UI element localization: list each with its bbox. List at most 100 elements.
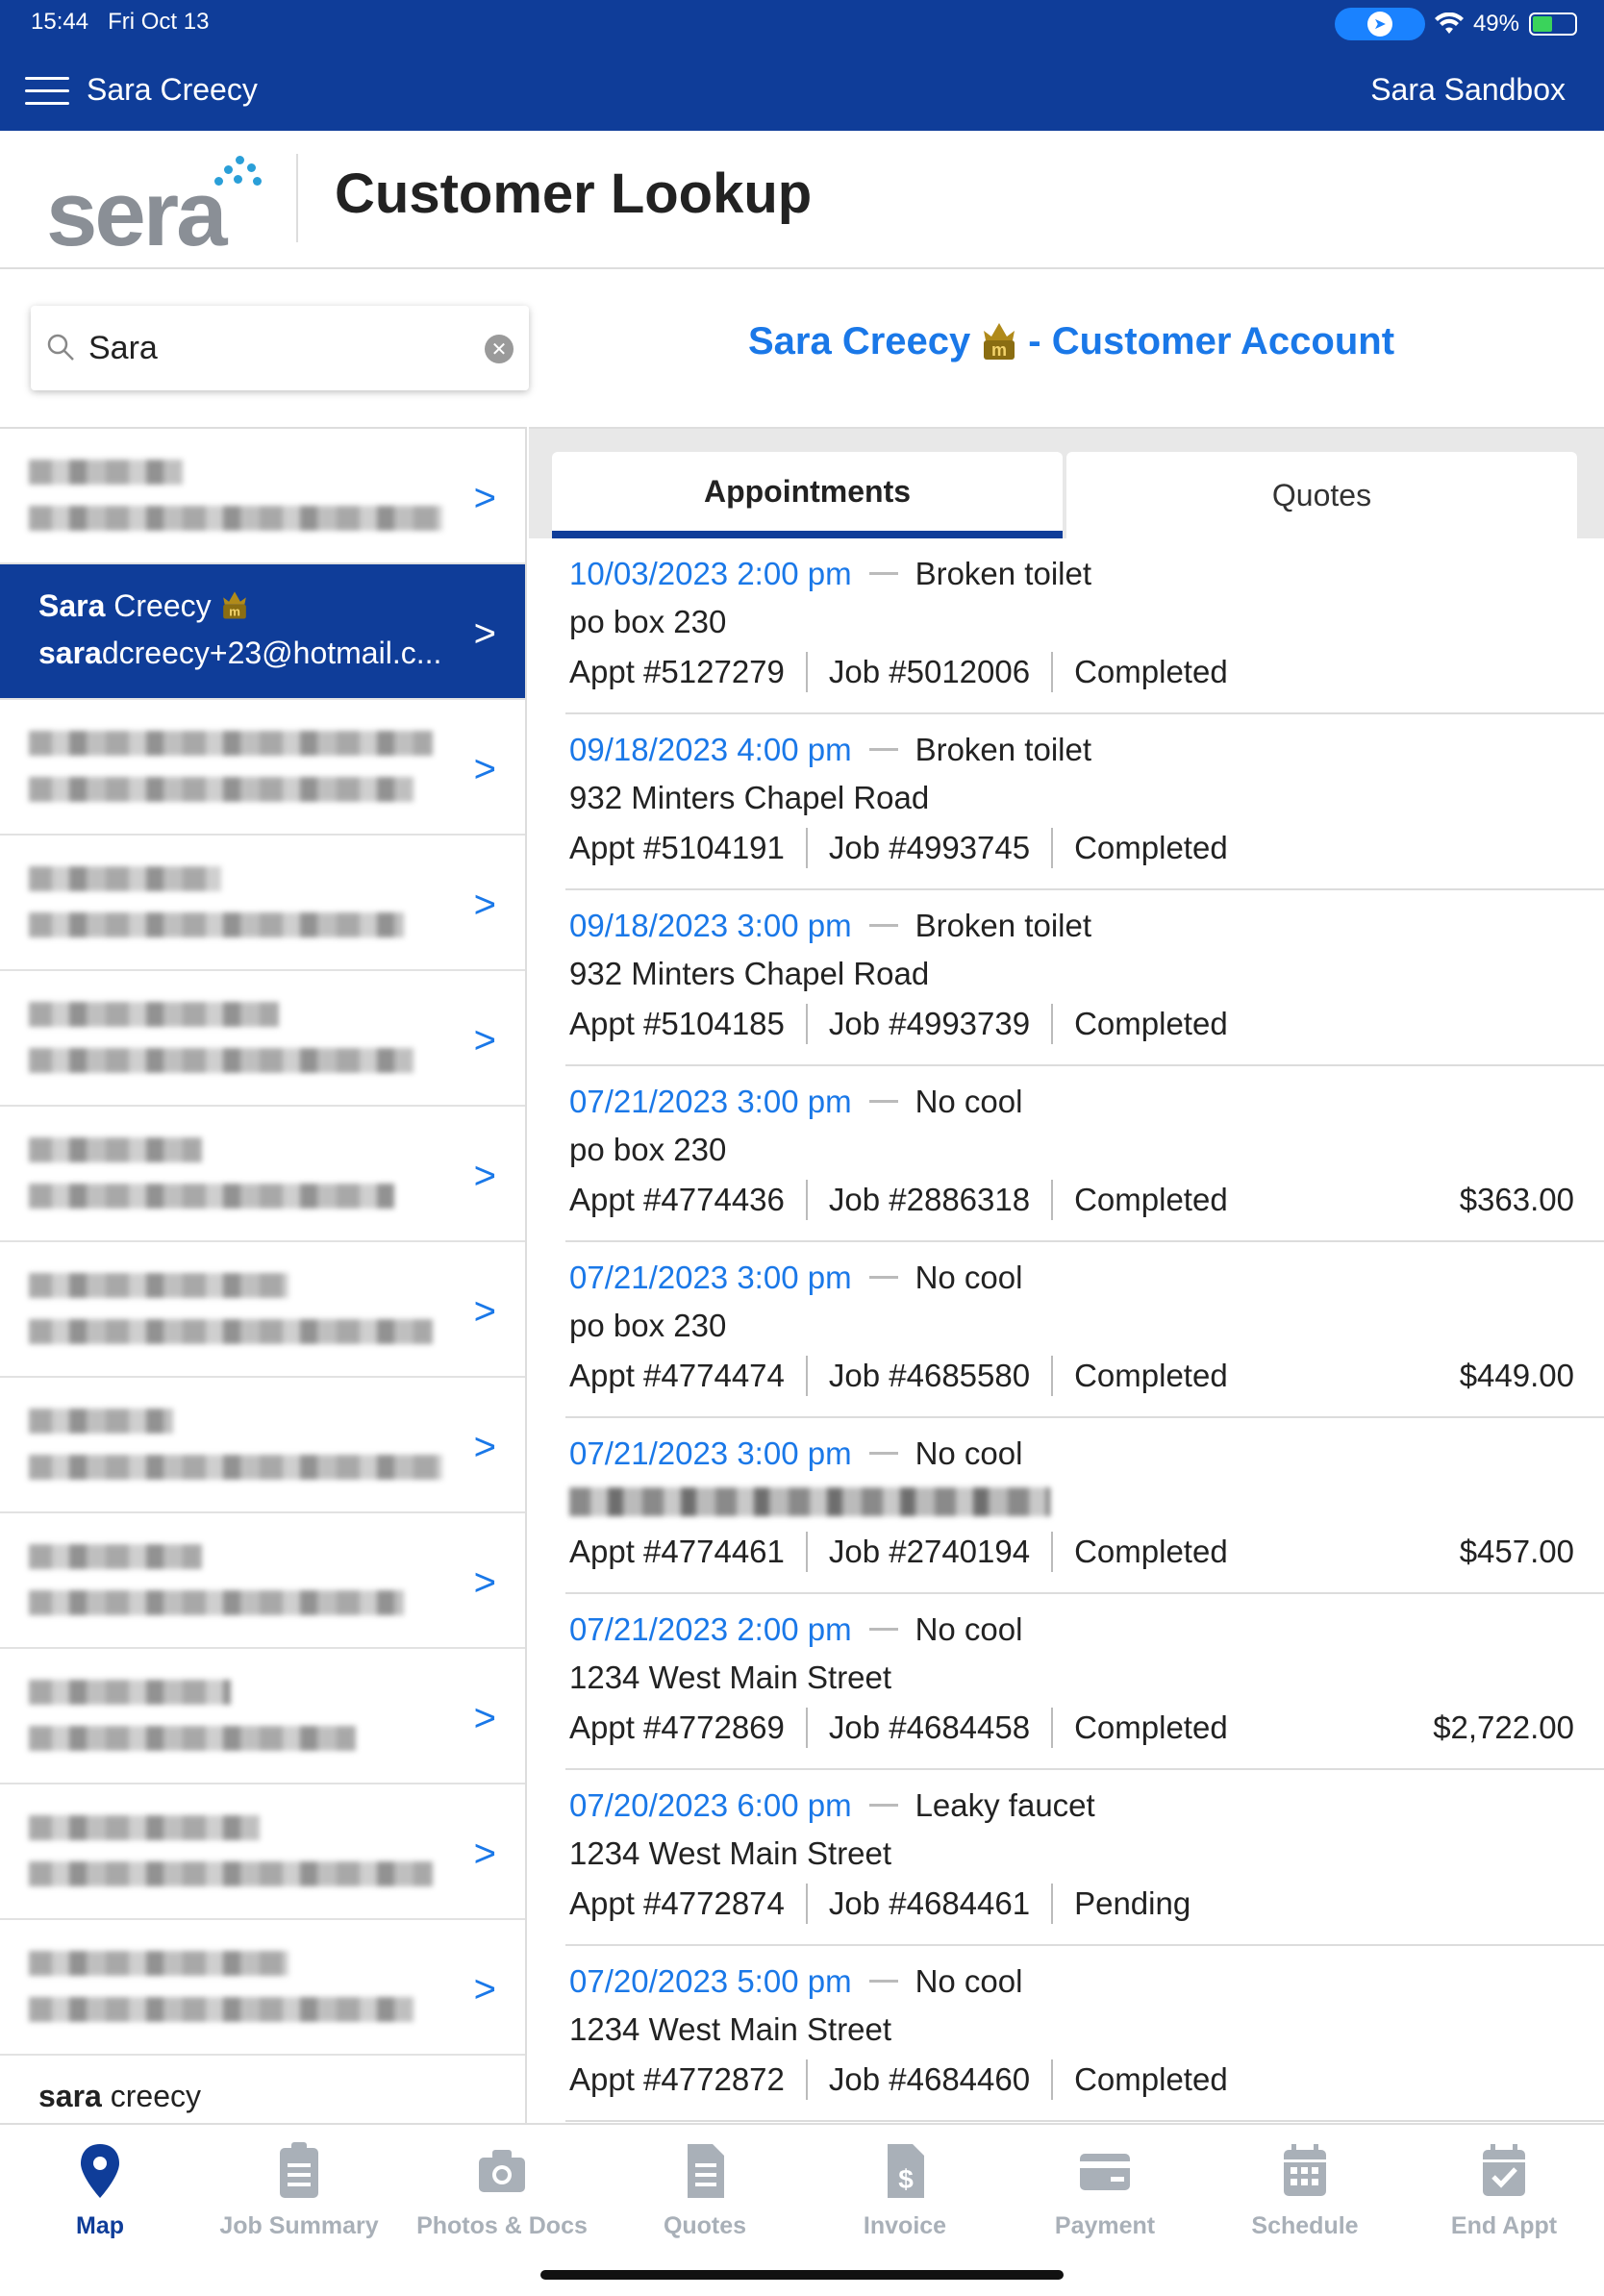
hamburger-menu-icon[interactable] xyxy=(25,77,69,108)
appointment-address: 1234 West Main Street xyxy=(569,1660,892,1695)
status-text: Completed xyxy=(1074,1358,1228,1393)
list-item[interactable]: > xyxy=(0,971,525,1107)
column-divider xyxy=(805,2059,808,2100)
home-indicator[interactable] xyxy=(540,2270,1064,2280)
appointment-issue: Broken toilet xyxy=(915,732,1092,767)
customer-account-title: Sara Creecy m - Customer Account xyxy=(539,317,1604,363)
account-panel: Appointments Quotes 10/03/2023 2:00 pm Br… xyxy=(529,427,1604,2125)
appointment-date[interactable]: 09/18/2023 4:00 pm xyxy=(569,732,852,767)
appointment-number: Appt #4774474 xyxy=(569,1358,785,1393)
appointment-issue: No cool xyxy=(915,1435,1023,1471)
customer-name: sara creecy xyxy=(38,2079,201,2113)
battery-percent: 49% xyxy=(1472,11,1519,37)
job-number: Job #4993739 xyxy=(828,1006,1031,1041)
tab-quotes[interactable]: Quotes xyxy=(1066,452,1577,538)
sandbox-label[interactable]: Sara Sandbox xyxy=(1370,72,1566,108)
appointment-list: 10/03/2023 2:00 pm Broken toilet po box 23… xyxy=(529,538,1604,2125)
search-input[interactable] xyxy=(88,323,454,373)
appointment-date[interactable]: 09/18/2023 3:00 pm xyxy=(569,908,852,943)
list-item[interactable]: > xyxy=(0,1784,525,1920)
column-divider xyxy=(805,1884,808,1924)
nav-end-appt[interactable]: End Appt xyxy=(1408,2140,1600,2240)
appointment-row[interactable]: 07/21/2023 3:00 pm No cool po box 230 Appt … xyxy=(565,1066,1604,1242)
job-number: Job #2886318 xyxy=(828,1182,1031,1217)
job-number: Job #2740194 xyxy=(828,1534,1031,1569)
appointment-date[interactable]: 07/21/2023 2:00 pm xyxy=(569,1611,852,1647)
amount: $363.00 xyxy=(1459,1182,1574,1217)
chevron-right-icon: > xyxy=(473,1155,496,1197)
sera-logo: sera xyxy=(46,152,267,265)
appointment-row[interactable]: 09/18/2023 3:00 pm Broken toilet 932 Minte… xyxy=(565,890,1604,1066)
member-crown-icon: m xyxy=(984,323,1015,360)
nav-photos-docs[interactable]: Photos & Docs xyxy=(406,2140,598,2240)
amount: $457.00 xyxy=(1459,1534,1574,1569)
customer-list: > Sara Creecy m saradcreecy+23@hotmail.c… xyxy=(0,427,527,2123)
list-item[interactable]: > xyxy=(0,836,525,971)
appointment-date[interactable]: 07/21/2023 3:00 pm xyxy=(569,1260,852,1295)
appointment-date[interactable]: 07/20/2023 5:00 pm xyxy=(569,1963,852,1999)
list-item[interactable]: > xyxy=(0,700,525,836)
tab-appointments[interactable]: Appointments xyxy=(552,452,1063,538)
appointment-number: Appt #4772869 xyxy=(569,1710,785,1745)
appointment-issue: Leaky faucet xyxy=(915,1787,1095,1823)
appointment-address: po box 230 xyxy=(569,1308,727,1343)
status-text: Completed xyxy=(1074,2061,1228,2097)
appointment-date[interactable]: 10/03/2023 2:00 pm xyxy=(569,556,852,591)
appointment-row[interactable]: 07/20/2023 5:00 pm No cool 1234 West Main … xyxy=(565,1946,1604,2122)
appointment-number: Appt #4772872 xyxy=(569,2061,785,2097)
column-divider xyxy=(1051,1708,1054,1748)
chevron-right-icon: > xyxy=(473,884,496,926)
nav-quotes[interactable]: Quotes xyxy=(609,2140,801,2240)
appointment-number: Appt #4772874 xyxy=(569,1885,785,1921)
list-item[interactable]: > xyxy=(0,1107,525,1242)
list-item[interactable]: > xyxy=(0,1920,525,2056)
status-text: Completed xyxy=(1074,654,1228,689)
appointment-row[interactable]: 09/18/2023 4:00 pm Broken toilet 932 Minte… xyxy=(565,714,1604,890)
list-item[interactable]: > xyxy=(0,1649,525,1784)
column-divider xyxy=(1051,1356,1054,1396)
appointment-row[interactable]: 07/21/2023 3:00 pm No cool Appt #4774461 Jo… xyxy=(565,1418,1604,1594)
list-item-selected[interactable]: Sara Creecy m saradcreecy+23@hotmail.c..… xyxy=(0,564,525,700)
dash-separator xyxy=(868,1100,898,1103)
chevron-right-icon: > xyxy=(473,612,496,655)
column-divider xyxy=(1051,1180,1054,1220)
clipboard-icon xyxy=(280,2142,318,2198)
nav-job-summary[interactable]: Job Summary xyxy=(203,2140,395,2240)
list-item[interactable]: > xyxy=(0,1378,525,1513)
nav-schedule[interactable]: Schedule xyxy=(1209,2140,1401,2240)
dash-separator xyxy=(868,924,898,927)
list-item[interactable]: sara creecy > xyxy=(0,2056,525,2123)
appointment-row[interactable]: 07/21/2023 3:00 pm No cool po box 230 Appt … xyxy=(565,1242,1604,1418)
dash-separator xyxy=(868,1452,898,1455)
amount: $2,722.00 xyxy=(1433,1710,1574,1745)
column-divider xyxy=(805,828,808,868)
nav-map[interactable]: Map xyxy=(4,2140,196,2240)
appointment-date[interactable]: 07/21/2023 3:00 pm xyxy=(569,1435,852,1471)
chevron-right-icon: > xyxy=(473,477,496,519)
map-pin-icon xyxy=(81,2144,119,2198)
customer-name: Sara Creecy m xyxy=(38,587,249,624)
status-time: 15:44 Fri Oct 13 xyxy=(31,9,210,35)
appointment-number: Appt #4774436 xyxy=(569,1182,785,1217)
appointment-date[interactable]: 07/21/2023 3:00 pm xyxy=(569,1084,852,1119)
appointment-issue: Broken toilet xyxy=(915,556,1092,591)
nav-payment[interactable]: Payment xyxy=(1009,2140,1201,2240)
customer-search[interactable]: ✕ xyxy=(31,306,529,390)
nav-invoice[interactable]: $ Invoice xyxy=(809,2140,1001,2240)
appointment-date[interactable]: 07/20/2023 6:00 pm xyxy=(569,1787,852,1823)
list-item[interactable]: > xyxy=(0,1242,525,1378)
list-item[interactable]: > xyxy=(0,429,525,564)
clear-search-icon[interactable]: ✕ xyxy=(485,335,514,363)
chevron-right-icon: > xyxy=(473,1697,496,1739)
chevron-right-icon: > xyxy=(473,1426,496,1468)
appointment-address: po box 230 xyxy=(569,1132,727,1167)
column-divider xyxy=(805,1356,808,1396)
list-item[interactable]: > xyxy=(0,1513,525,1649)
appointment-row[interactable]: 07/20/2023 6:00 pm Leaky faucet 1234 West … xyxy=(565,1770,1604,1946)
status-text: Pending xyxy=(1074,1885,1191,1921)
chevron-right-icon: > xyxy=(473,1968,496,2010)
top-bar: 15:44 Fri Oct 13 ➤ 49% Sara Creecy Sara … xyxy=(0,0,1604,131)
appointment-row[interactable]: 07/21/2023 2:00 pm No cool 1234 West Main … xyxy=(565,1594,1604,1770)
dash-separator xyxy=(868,1980,898,1983)
appointment-row[interactable]: 10/03/2023 2:00 pm Broken toilet po box 23… xyxy=(565,538,1604,714)
